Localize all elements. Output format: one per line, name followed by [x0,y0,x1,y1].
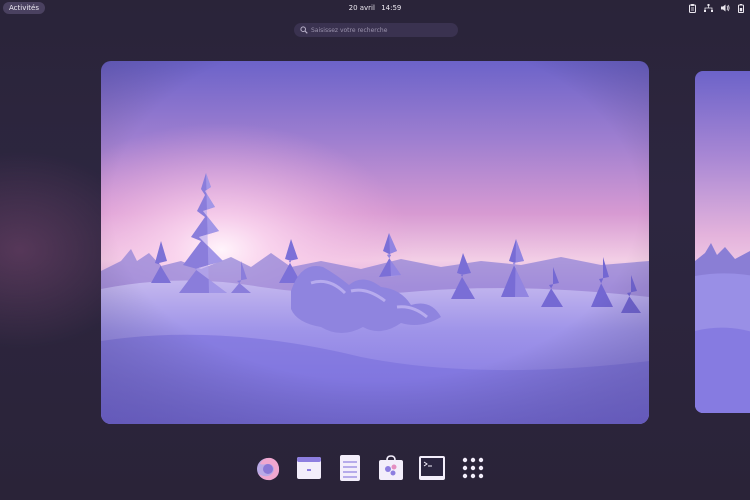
app-grid-icon [462,457,484,479]
battery-icon[interactable] [738,3,744,13]
search-field[interactable] [294,23,458,37]
workspace-thumbnail-next[interactable] [695,71,750,413]
search-input[interactable] [311,26,451,34]
dash-item-terminal[interactable] [418,454,446,482]
search-icon [300,26,308,34]
dash-item-text-editor[interactable] [336,454,364,482]
software-icon [379,455,403,480]
wallpaper-snowy-forest-next [695,71,750,413]
workspace-thumbnail-current[interactable] [101,61,649,424]
text-editor-icon [340,455,360,481]
wallpaper-snowy-forest [101,61,649,424]
dash-item-app-grid[interactable] [459,454,487,482]
files-icon [297,457,321,479]
network-icon[interactable] [704,4,713,12]
top-bar: Activités 20 avril 14:59 [0,0,750,18]
terminal-icon [419,456,445,480]
clipboard-icon[interactable] [689,3,696,13]
dash-item-files[interactable] [295,454,323,482]
system-tray[interactable] [689,3,744,13]
clock-time: 14:59 [381,4,402,12]
clock[interactable]: 20 avril 14:59 [0,0,750,16]
dash-item-software[interactable] [377,454,405,482]
dash-item-firefox[interactable] [254,454,282,482]
volume-icon[interactable] [721,4,730,12]
clock-date: 20 avril [348,4,375,12]
dash [254,450,487,486]
firefox-icon [257,457,280,481]
